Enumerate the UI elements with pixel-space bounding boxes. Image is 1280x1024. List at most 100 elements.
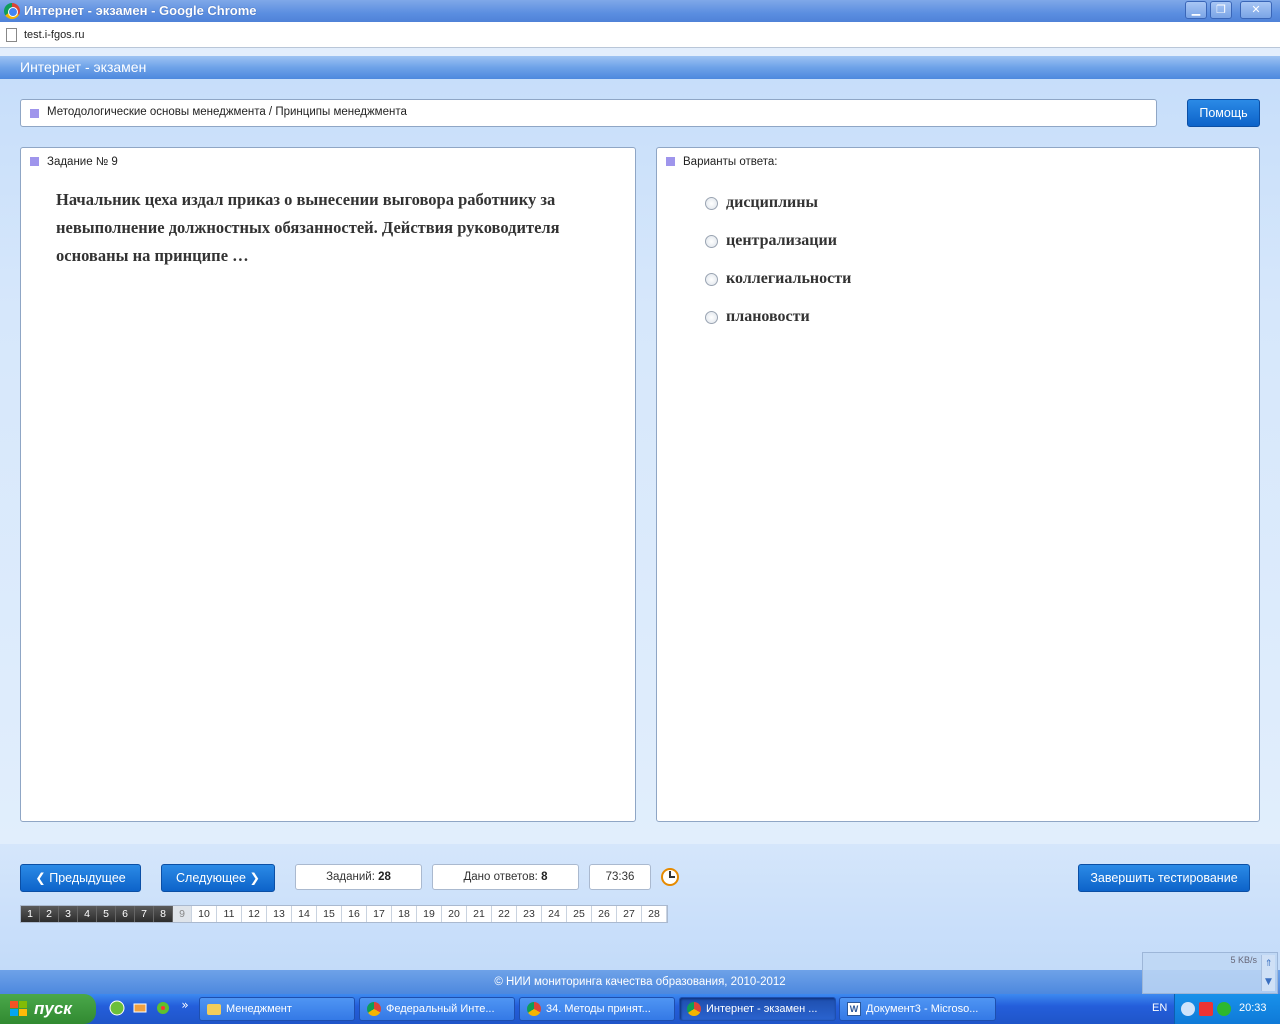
tray-expand-icon[interactable] — [1181, 1002, 1195, 1016]
network-icon[interactable] — [131, 1000, 149, 1018]
taskbar-button-menedzhment[interactable]: Менеджмент — [199, 997, 355, 1021]
page-number[interactable]: 6 — [116, 906, 135, 922]
page-number[interactable]: 25 — [567, 906, 592, 922]
page-number[interactable]: 4 — [78, 906, 97, 922]
quicklaunch-more-icon[interactable]: » — [176, 996, 194, 1014]
taskbar-button-label: Федеральный Инте... — [386, 1003, 495, 1015]
previous-label: Предыдущее — [49, 871, 126, 885]
chrome-icon — [367, 1002, 381, 1016]
utorrent-icon[interactable] — [108, 1000, 126, 1018]
taskbar: пуск » Менеджмент Федеральный Инте... 34… — [0, 994, 1280, 1024]
page-number[interactable]: 23 — [517, 906, 542, 922]
help-button[interactable]: Помощь — [1187, 99, 1260, 127]
page-number[interactable]: 2 — [40, 906, 59, 922]
radio-button[interactable] — [705, 311, 718, 324]
app-title: Интернет - экзамен — [20, 59, 147, 75]
page-number[interactable]: 19 — [417, 906, 442, 922]
answer-option[interactable]: дисциплины — [705, 194, 851, 232]
page-number[interactable]: 1 — [21, 906, 40, 922]
address-bar[interactable]: test.i-fgos.ru — [0, 22, 1280, 48]
page-number[interactable]: 3 — [59, 906, 78, 922]
breadcrumb: Методологические основы менеджмента / Пр… — [20, 99, 1157, 127]
page-number[interactable]: 11 — [217, 906, 242, 922]
taskbar-button-label: Менеджмент — [226, 1003, 292, 1015]
page-number[interactable]: 8 — [154, 906, 173, 922]
system-tray: 20:33 — [1174, 994, 1280, 1024]
page-number[interactable]: 27 — [617, 906, 642, 922]
word-icon: W — [847, 1002, 861, 1016]
minimize-button[interactable]: ▁ — [1185, 1, 1207, 19]
taskbar-button-label: Документ3 - Microso... — [866, 1003, 979, 1015]
start-button[interactable]: пуск — [0, 994, 96, 1024]
restore-button[interactable]: ❐ — [1210, 1, 1232, 19]
page-number[interactable]: 15 — [317, 906, 342, 922]
tasks-count: Заданий: 28 — [295, 864, 422, 890]
answer-label[interactable]: централизации — [726, 232, 837, 250]
taskbar-clock: 20:33 — [1239, 1002, 1267, 1014]
taskbar-button-internet-ekzamen[interactable]: Интернет - экзамен ... — [679, 997, 836, 1021]
page-number[interactable]: 12 — [242, 906, 267, 922]
breadcrumb-text: Методологические основы менеджмента / Пр… — [47, 106, 407, 118]
next-button[interactable]: Следующее ❯ — [161, 864, 275, 892]
page-number[interactable]: 10 — [192, 906, 217, 922]
previous-button[interactable]: ❮ Предыдущее — [20, 864, 141, 892]
start-label: пуск — [34, 999, 72, 1018]
taskbar-button-dokument3[interactable]: W Документ3 - Microso... — [839, 997, 996, 1021]
answer-label[interactable]: плановости — [726, 308, 810, 326]
page-number[interactable]: 24 — [542, 906, 567, 922]
arrow-down-icon: ▼ — [1265, 977, 1272, 987]
antivirus-icon[interactable] — [1199, 1002, 1213, 1016]
answer-option[interactable]: централизации — [705, 232, 851, 270]
page-number[interactable]: 22 — [492, 906, 517, 922]
chrome-icon — [4, 3, 20, 19]
page-number[interactable]: 21 — [467, 906, 492, 922]
folder-icon — [207, 1004, 221, 1015]
page-number[interactable]: 17 — [367, 906, 392, 922]
question-header: Задание № 9 — [30, 156, 118, 168]
answers-panel: Варианты ответа: дисциплины централизаци… — [656, 147, 1260, 822]
taskbar-button-metody[interactable]: 34. Методы принят... — [519, 997, 675, 1021]
network-speed-widget: 5 KB/s ⇑ ▼ — [1142, 952, 1278, 994]
windows-logo-icon — [10, 1001, 28, 1017]
page-number[interactable]: 20 — [442, 906, 467, 922]
mail-agent-icon[interactable] — [1217, 1002, 1231, 1016]
page-number[interactable]: 18 — [392, 906, 417, 922]
next-label: Следующее — [176, 871, 246, 885]
question-panel: Задание № 9 Начальник цеха издал приказ … — [20, 147, 636, 822]
page-number[interactable]: 26 — [592, 906, 617, 922]
chevron-right-icon: ❯ — [249, 871, 260, 885]
tasks-value: 28 — [378, 871, 391, 883]
window-title: Интернет - экзамен - Google Chrome — [24, 3, 257, 18]
window-titlebar: Интернет - экзамен - Google Chrome ▁ ❐ ✕ — [0, 0, 1280, 22]
radio-button[interactable] — [705, 197, 718, 210]
square-bullet-icon — [30, 157, 39, 166]
language-indicator[interactable]: EN — [1152, 1002, 1167, 1014]
answer-label[interactable]: дисциплины — [726, 194, 818, 212]
finish-test-button[interactable]: Завершить тестирование — [1078, 864, 1250, 892]
speed-arrows[interactable]: ⇑ ▼ — [1261, 955, 1275, 991]
taskbar-button-label: 34. Методы принят... — [546, 1003, 651, 1015]
radio-button[interactable] — [705, 273, 718, 286]
page-number[interactable]: 9 — [173, 906, 192, 922]
page-number[interactable]: 16 — [342, 906, 367, 922]
question-pager: 1 2 3 4 5 6 7 8 9 10 11 12 13 14 15 16 17 18 19 20 21 22 23 24 2… — [20, 905, 668, 923]
icq-icon[interactable] — [154, 1000, 172, 1018]
page-number[interactable]: 7 — [135, 906, 154, 922]
answer-label[interactable]: коллегиальности — [726, 270, 851, 288]
url-text[interactable]: test.i-fgos.ru — [24, 29, 85, 41]
answer-option[interactable]: плановости — [705, 308, 851, 346]
page-number[interactable]: 14 — [292, 906, 317, 922]
radio-button[interactable] — [705, 235, 718, 248]
close-button[interactable]: ✕ — [1240, 1, 1272, 19]
main-area: Методологические основы менеджмента / Пр… — [0, 79, 1280, 844]
page-number[interactable]: 28 — [642, 906, 667, 922]
footer-copyright: © НИИ мониторинга качества образования, … — [0, 970, 1280, 994]
page-number[interactable]: 5 — [97, 906, 116, 922]
page-header: Интернет - экзамен — [0, 48, 1280, 79]
taskbar-button-federal[interactable]: Федеральный Инте... — [359, 997, 515, 1021]
square-bullet-icon — [666, 157, 675, 166]
answer-option[interactable]: коллегиальности — [705, 270, 851, 308]
answered-label: Дано ответов: — [463, 871, 538, 883]
page-number[interactable]: 13 — [267, 906, 292, 922]
arrow-up-icon: ⇑ — [1264, 959, 1273, 969]
